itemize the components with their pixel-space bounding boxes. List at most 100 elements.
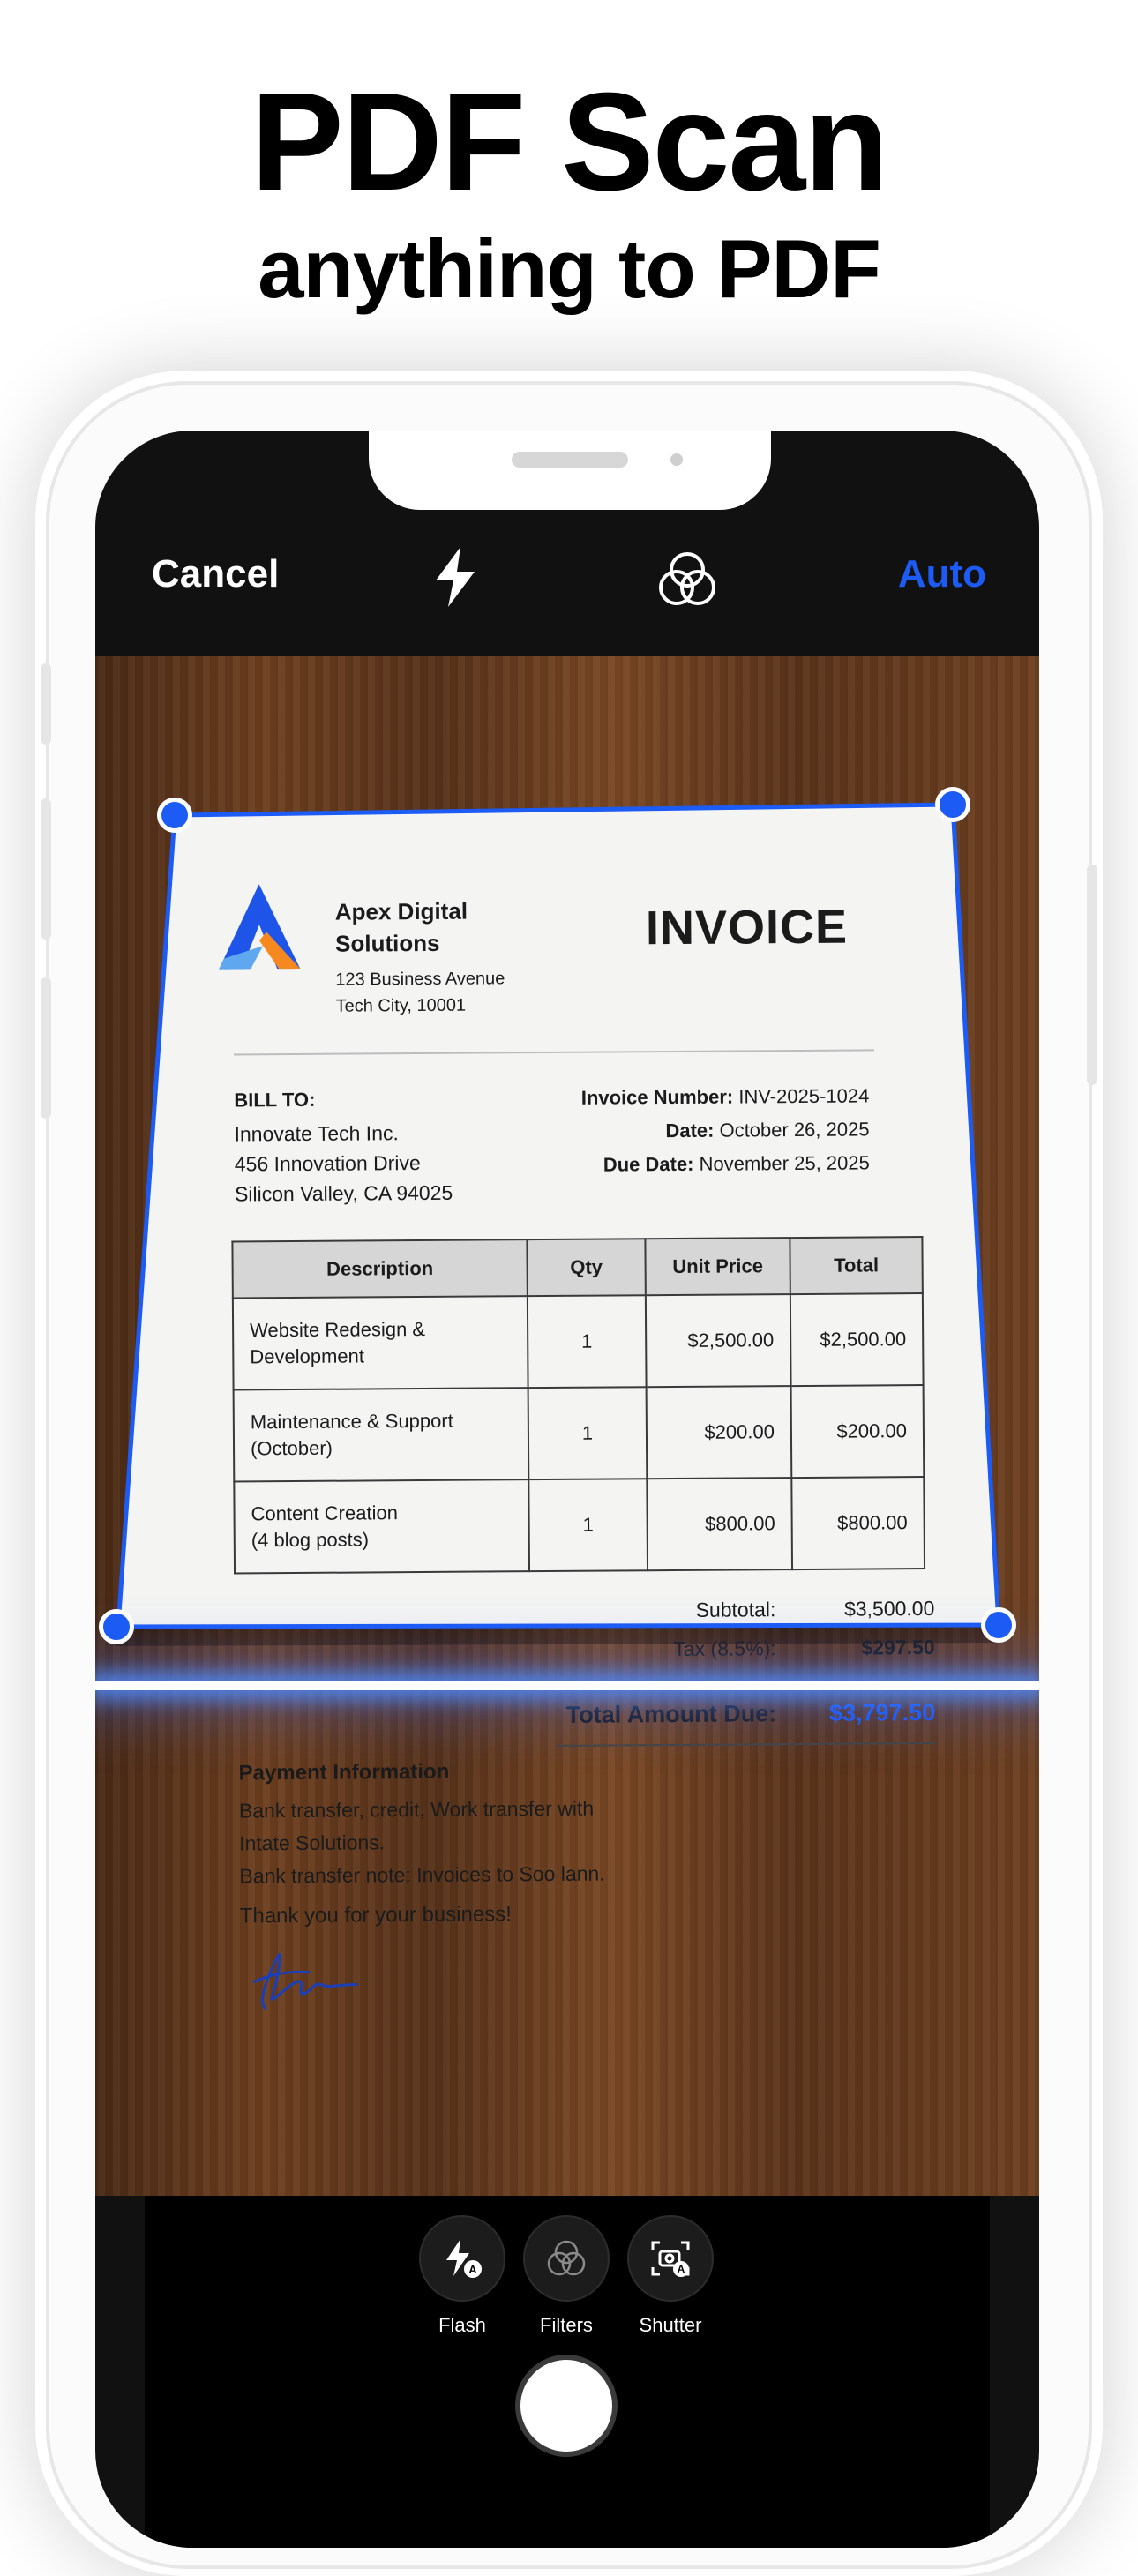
- subtotal-label: Subtotal:: [695, 1597, 776, 1621]
- svg-text:A: A: [468, 2263, 477, 2276]
- bill-to-line: Innovate Tech Inc.: [234, 1121, 399, 1146]
- cell-description: Website Redesign & Development: [232, 1296, 528, 1390]
- divider: [233, 1049, 874, 1056]
- shutter-button[interactable]: [515, 2355, 618, 2457]
- camera-viewfinder: Apex Digital Solutions 123 Business Aven…: [95, 656, 1039, 2196]
- notch: [369, 431, 771, 510]
- column-header: Description: [232, 1239, 528, 1299]
- meta-row: Invoice Number: INV-2025-1024: [581, 1079, 870, 1114]
- flash-control[interactable]: A Flash: [418, 2215, 506, 2337]
- cell-description: Maintenance & Support (October): [233, 1388, 529, 1482]
- cell-qty: 1: [527, 1295, 647, 1389]
- cell-total: $800.00: [791, 1477, 925, 1570]
- table-header-row: Description Qty Unit Price Total: [232, 1237, 923, 1299]
- address-line: Tech City, 10001: [335, 995, 467, 1016]
- cell-unit-price: $2,500.00: [645, 1294, 791, 1388]
- column-header: Qty: [527, 1239, 646, 1297]
- cell-unit-price: $200.00: [646, 1386, 792, 1479]
- total-row: Total Amount Due: $3,797.50: [555, 1680, 936, 1747]
- corner-handle-bottom-right[interactable]: [981, 1607, 1016, 1643]
- phone-side-button: [41, 798, 51, 940]
- description-line: Website Redesign &: [250, 1317, 426, 1342]
- tax-row: Tax (8.5%): $297.50: [556, 1628, 935, 1669]
- meta-row: Date: October 26, 2025: [581, 1112, 870, 1148]
- meta-value: October 26, 2025: [719, 1118, 870, 1142]
- invoice-meta: Invoice Number: INV-2025-1024 Date: Octo…: [581, 1079, 870, 1181]
- three-circles-icon[interactable]: [656, 549, 718, 615]
- description-line: Maintenance & Support: [250, 1409, 453, 1434]
- meta-label: Invoice Number:: [580, 1085, 734, 1109]
- description-line: (4 blog posts): [251, 1528, 370, 1552]
- promo-headline: PDF Scan: [251, 64, 889, 220]
- address-line: 123 Business Avenue: [335, 969, 505, 990]
- column-header: Total: [790, 1237, 923, 1295]
- total-label: Total Amount Due:: [565, 1699, 777, 1728]
- phone-screen: Cancel Auto Apex Digital Solutions 123 B: [95, 431, 1039, 2548]
- cell-description: Content Creation (4 blog posts): [234, 1479, 530, 1574]
- description-line: Content Creation: [251, 1501, 398, 1525]
- svg-text:A: A: [678, 2263, 685, 2275]
- meta-row: Due Date: November 25, 2025: [581, 1146, 870, 1181]
- cell-total: $2,500.00: [790, 1293, 924, 1387]
- cell-qty: 1: [528, 1387, 648, 1480]
- cell-total: $200.00: [790, 1385, 925, 1479]
- table-row: Maintenance & Support (October) 1 $200.00…: [233, 1385, 925, 1482]
- description-line: (October): [250, 1436, 333, 1460]
- invoice-title: INVOICE: [645, 900, 849, 955]
- promo-subline: anything to PDF: [258, 222, 881, 315]
- bill-to-block: Innovate Tech Inc. 456 Innovation Drive …: [234, 1118, 453, 1209]
- bolt-icon[interactable]: [430, 545, 480, 613]
- company-logo-icon: [215, 882, 304, 976]
- payment-heading: Payment Information: [238, 1759, 450, 1786]
- meta-label: Due Date:: [603, 1152, 694, 1176]
- cancel-button[interactable]: Cancel: [152, 552, 279, 596]
- line-items-table: Description Qty Unit Price Total Website…: [231, 1236, 925, 1574]
- meta-label: Date:: [665, 1119, 715, 1142]
- payment-line: Intate Solutions.: [239, 1831, 386, 1855]
- flash-label: Flash: [438, 2314, 486, 2336]
- subtotal-value: $3,500.00: [843, 1596, 935, 1621]
- bill-to-heading: BILL TO:: [234, 1088, 316, 1112]
- scan-line: [95, 1681, 1039, 1690]
- tax-label: Tax (8.5%):: [673, 1636, 776, 1660]
- table-row: Content Creation (4 blog posts) 1 $800.00…: [234, 1477, 925, 1574]
- auto-flash-icon: A: [419, 2215, 505, 2302]
- shutter-mode-control[interactable]: A Shutter: [626, 2215, 715, 2337]
- totals-block: Subtotal: $3,500.00 Tax (8.5%): $297.50 To…: [555, 1589, 936, 1747]
- phone-side-button: [41, 977, 51, 1119]
- invoice-paper: Apex Digital Solutions 123 Business Aven…: [144, 804, 955, 2078]
- auto-mode-button[interactable]: Auto: [898, 552, 986, 596]
- column-header: Unit Price: [645, 1238, 790, 1296]
- speaker-grille: [512, 452, 628, 468]
- shutter-label: Shutter: [639, 2314, 702, 2336]
- corner-handle-top-left[interactable]: [157, 798, 192, 833]
- filters-control[interactable]: Filters: [522, 2215, 610, 2337]
- company-address: 123 Business Avenue Tech City, 10001: [335, 965, 505, 1019]
- thank-you-note: Thank you for your business!: [239, 1902, 512, 1928]
- payment-line: Bank transfer note: Invoices to Soo lann…: [239, 1861, 605, 1888]
- corner-handle-top-right[interactable]: [935, 787, 970, 822]
- front-camera: [670, 453, 683, 466]
- description-line: Development: [250, 1344, 365, 1368]
- payment-info: Bank transfer, credit, Work transfer wit…: [239, 1793, 605, 1893]
- subtotal-row: Subtotal: $3,500.00: [555, 1589, 934, 1630]
- meta-value: INV-2025-1024: [738, 1084, 870, 1108]
- phone-side-button: [1087, 865, 1097, 1085]
- filters-icon: [523, 2215, 610, 2302]
- cell-unit-price: $800.00: [647, 1478, 793, 1571]
- table-row: Website Redesign & Development 1 $2,500.0…: [232, 1293, 924, 1390]
- tax-value: $297.50: [861, 1635, 935, 1659]
- phone-side-button: [41, 663, 51, 745]
- cell-qty: 1: [528, 1479, 648, 1572]
- bill-to-line: Silicon Valley, CA 94025: [234, 1180, 453, 1206]
- signature-icon: [247, 1946, 363, 2022]
- payment-line: Bank transfer, credit, Work transfer wit…: [238, 1796, 595, 1823]
- auto-shutter-icon: A: [627, 2215, 714, 2302]
- camera-control-bar: A Flash Filters A Shutter: [145, 2196, 990, 2548]
- bill-to-line: 456 Innovation Drive: [234, 1151, 421, 1176]
- filters-label: Filters: [540, 2314, 593, 2336]
- meta-value: November 25, 2025: [699, 1151, 870, 1175]
- corner-handle-bottom-left[interactable]: [99, 1609, 134, 1644]
- total-value: $3,797.50: [828, 1698, 936, 1726]
- company-name: Apex Digital Solutions: [334, 897, 468, 957]
